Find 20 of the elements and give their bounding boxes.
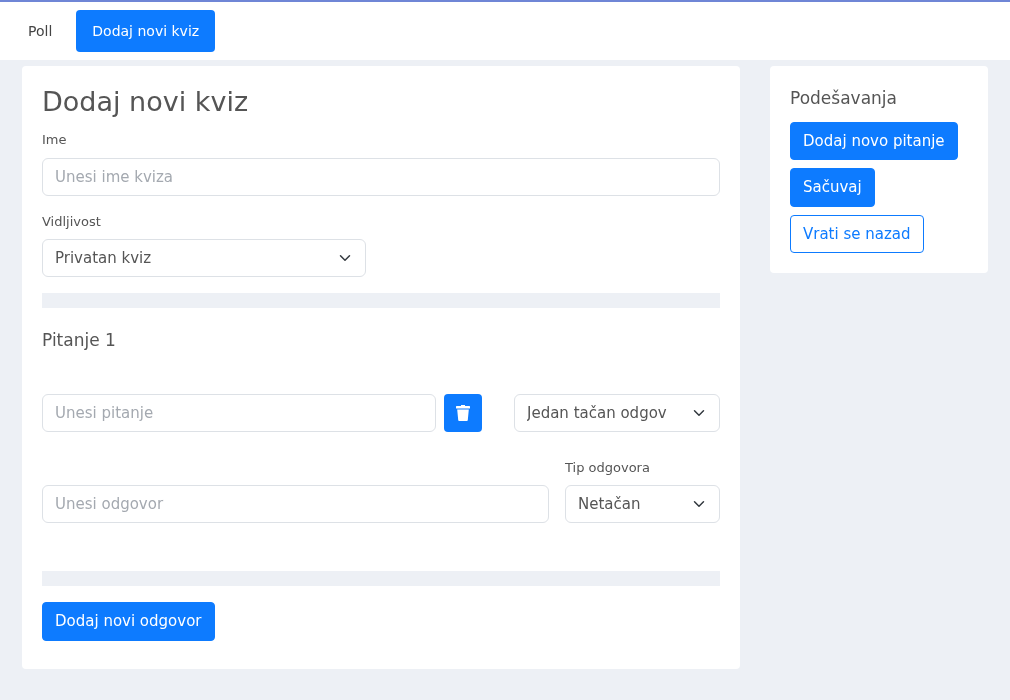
visibility-select[interactable]: Privatan kviz — [42, 239, 366, 278]
settings-button[interactable]: Dodaj novo pitanje — [790, 121, 958, 160]
nav-tab[interactable]: Poll — [12, 10, 69, 52]
settings-title: Podešavanja — [790, 87, 898, 110]
question-input-field[interactable]: Unesi pitanje — [42, 393, 436, 432]
field-label: Ime — [42, 131, 68, 150]
settings-button[interactable]: Vrati se nazad — [790, 214, 924, 253]
trash-icon — [456, 404, 470, 421]
field-label: Vidljivost — [42, 212, 102, 231]
question-title: Pitanje 1 — [42, 329, 117, 353]
answer-input-field[interactable]: Unesi odgovor — [42, 485, 549, 524]
delete-button[interactable] — [444, 393, 482, 432]
add-answer-button[interactable]: Dodaj novi odgovor — [42, 602, 215, 641]
name-input-field[interactable]: Unesi ime kviza — [42, 157, 720, 196]
settings-button[interactable]: Sačuvaj — [790, 168, 875, 207]
answer-type-select[interactable]: Jedan tačan odgov — [514, 393, 720, 432]
field-label: Tip odgovora — [565, 458, 651, 477]
form-title: Dodaj novi kviz — [42, 86, 250, 119]
correctness-select[interactable]: Netačan — [565, 485, 720, 524]
nav-tab[interactable]: Dodaj novi kviz — [76, 10, 216, 52]
